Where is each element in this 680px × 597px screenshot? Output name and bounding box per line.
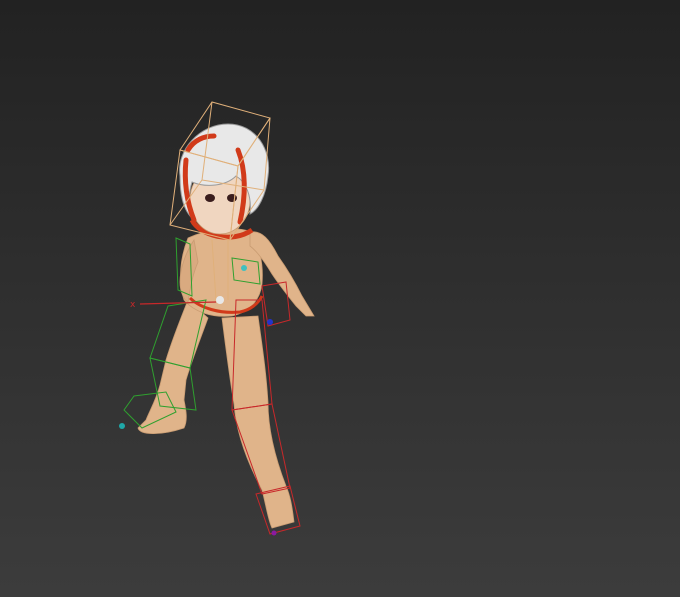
left-eye [205,194,215,202]
character-model[interactable] [137,123,315,529]
foot-ik-marker[interactable] [119,423,125,429]
right-eye [227,194,237,202]
toe-ik-marker[interactable] [271,530,277,536]
hand-ik-marker[interactable] [267,319,273,325]
x-axis-label: x [130,300,136,310]
scene-canvas[interactable]: x [0,0,680,597]
chest-helper-marker[interactable] [241,265,247,271]
front-right-leg [221,315,295,529]
pelvis-pivot-marker[interactable] [216,296,224,304]
viewport[interactable]: x [0,0,680,597]
